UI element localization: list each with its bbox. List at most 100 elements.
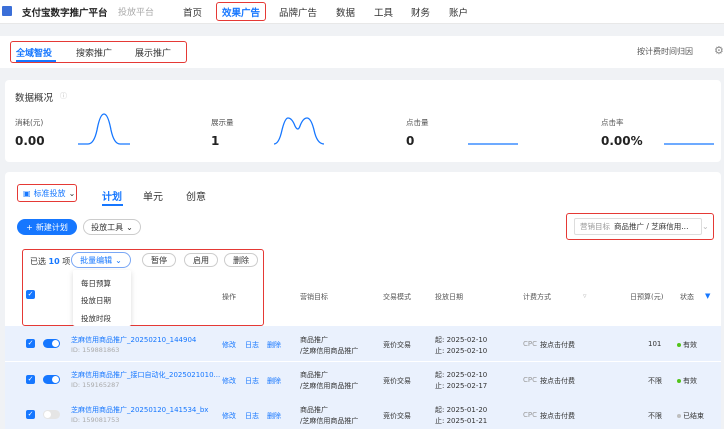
selected-count-number: 10: [48, 257, 60, 266]
daily-budget[interactable]: 101: [648, 340, 661, 348]
delivery-icon: ▣: [23, 188, 31, 198]
end-date: 止: 2025-02-10: [435, 347, 488, 355]
plus-icon: +: [26, 222, 33, 232]
daily-budget[interactable]: 不限: [648, 376, 662, 386]
top-nav: [0, 0, 724, 24]
standard-delivery-dropdown[interactable]: ▣ 标准投放 ⌄: [17, 184, 77, 202]
row-checkbox[interactable]: ✓: [26, 339, 35, 348]
plan-name-link[interactable]: 芝麻信用商品推广_接口自动化_2025021010...: [71, 370, 220, 380]
menu-item-delivery-date[interactable]: 投放日期: [81, 295, 111, 306]
delivery-tools-button[interactable]: 投放工具 ⌄: [83, 219, 141, 235]
cpc-tag: CPC: [523, 340, 537, 348]
standard-delivery-label: 标准投放: [33, 188, 66, 198]
start-date: 起: 2025-02-10: [435, 336, 488, 344]
pause-button[interactable]: 暂停: [142, 253, 176, 267]
nav-account[interactable]: 账户: [449, 5, 468, 19]
enable-button[interactable]: 启用: [184, 253, 218, 267]
status-badge: 有效: [677, 340, 697, 350]
status-dot-icon: [677, 414, 681, 418]
trade-mode: 竞价交易: [383, 341, 411, 349]
delete-link[interactable]: 删除: [267, 376, 281, 386]
edit-link[interactable]: 修改: [222, 376, 236, 386]
row-status-toggle[interactable]: [43, 410, 60, 419]
sparkline-ctr: [664, 143, 714, 145]
log-link[interactable]: 日志: [245, 411, 259, 421]
status-dot-icon: [677, 379, 681, 383]
tab-unit[interactable]: 单元: [143, 188, 163, 203]
new-plan-label: 新建计划: [35, 222, 68, 232]
trade-mode: 竞价交易: [383, 377, 411, 385]
row-checkbox[interactable]: ✓: [26, 375, 35, 384]
status-badge: 已结束: [677, 411, 704, 421]
start-date: 起: 2025-01-20: [435, 406, 488, 414]
col-header-goal: 营销目标: [300, 293, 328, 301]
filter-icon[interactable]: ▿: [583, 292, 587, 300]
metric-label-spend: 消耗(元): [15, 118, 44, 127]
gear-icon[interactable]: ⚙: [714, 44, 724, 57]
status-filter-icon[interactable]: ▼: [705, 292, 710, 300]
goal-secondary: /芝麻信用商品推广: [300, 417, 359, 425]
start-date: 起: 2025-02-10: [435, 371, 488, 379]
menu-item-delivery-period[interactable]: 投放时段: [81, 313, 111, 324]
plan-id: ID: 159081753: [71, 416, 120, 424]
marketing-goal-filter[interactable]: 营销目标 商品推广 / 芝麻信用...: [574, 218, 702, 235]
plan-name-link[interactable]: 芝麻信用商品推广_20250120_141534_bx: [71, 405, 208, 415]
log-link[interactable]: 日志: [245, 340, 259, 350]
menu-item-daily-budget[interactable]: 每日预算: [81, 278, 111, 289]
subtab-highlight-box: [10, 41, 187, 63]
col-header-actions: 操作: [222, 293, 236, 301]
batch-edit-dropdown[interactable]: 批量编辑 ⌄: [71, 252, 131, 268]
row-checkbox[interactable]: ✓: [26, 410, 35, 419]
nav-tools[interactable]: 工具: [374, 5, 393, 19]
nav-home[interactable]: 首页: [183, 5, 202, 19]
col-header-status: 状态: [680, 293, 694, 301]
chevron-down-icon[interactable]: ⌄: [702, 222, 709, 231]
daily-budget[interactable]: 不限: [648, 411, 662, 421]
tab-plan[interactable]: 计划: [102, 188, 122, 203]
selected-count: 已选 10 项: [30, 257, 71, 266]
metric-label-impressions: 展示量: [211, 118, 234, 127]
plan-id: ID: 159165287: [71, 381, 120, 389]
col-header-trade-mode: 交易模式: [383, 293, 411, 301]
goal-secondary: /芝麻信用商品推广: [300, 382, 359, 390]
metric-value-spend: 0.00: [15, 134, 45, 148]
edit-link[interactable]: 修改: [222, 411, 236, 421]
info-icon[interactable]: ⓘ: [60, 91, 67, 101]
plan-id: ID: 159881863: [71, 346, 120, 354]
goal-filter-label: 营销目标: [580, 222, 610, 231]
goal-secondary: /芝麻信用商品推广: [300, 347, 359, 355]
delete-button[interactable]: 删除: [224, 253, 258, 267]
edit-link[interactable]: 修改: [222, 340, 236, 350]
sparkline-spend: [78, 113, 130, 145]
billing-method: 按点击付费: [540, 377, 575, 385]
end-date: 止: 2025-02-17: [435, 382, 488, 390]
delete-link[interactable]: 删除: [267, 340, 281, 350]
goal-primary: 商品推广: [300, 336, 328, 344]
logo-icon: [2, 6, 12, 16]
sparkline-clicks: [468, 143, 518, 145]
billing-attribution[interactable]: 按计费时间归因: [637, 46, 693, 57]
select-all-checkbox[interactable]: ✓: [26, 290, 35, 299]
trade-mode: 竞价交易: [383, 412, 411, 420]
metric-value-impressions: 1: [211, 134, 220, 148]
sub-brand[interactable]: 投放平台: [118, 5, 154, 18]
log-link[interactable]: 日志: [245, 376, 259, 386]
metric-value-ctr: 0.00%: [601, 134, 643, 148]
metric-label-clicks: 点击量: [406, 118, 429, 127]
plan-name-link[interactable]: 芝麻信用商品推广_20250210_144904: [71, 335, 196, 345]
row-status-toggle[interactable]: [43, 339, 60, 348]
metric-value-clicks: 0: [406, 134, 415, 148]
tab-creative[interactable]: 创意: [186, 188, 206, 203]
nav-finance[interactable]: 财务: [411, 5, 430, 19]
overview-title: 数据概况: [15, 93, 54, 104]
chevron-down-icon: ⌄: [126, 222, 133, 232]
nav-brand-ads[interactable]: 品牌广告: [279, 5, 317, 19]
billing-method: 按点击付费: [540, 341, 575, 349]
new-plan-button[interactable]: + 新建计划: [17, 219, 77, 235]
goal-primary: 商品推广: [300, 406, 328, 414]
nav-data[interactable]: 数据: [336, 5, 355, 19]
col-header-delivery-date: 投放日期: [435, 293, 463, 301]
row-status-toggle[interactable]: [43, 375, 60, 384]
col-header-daily-budget: 日预算(元): [630, 293, 664, 301]
delete-link[interactable]: 删除: [267, 411, 281, 421]
